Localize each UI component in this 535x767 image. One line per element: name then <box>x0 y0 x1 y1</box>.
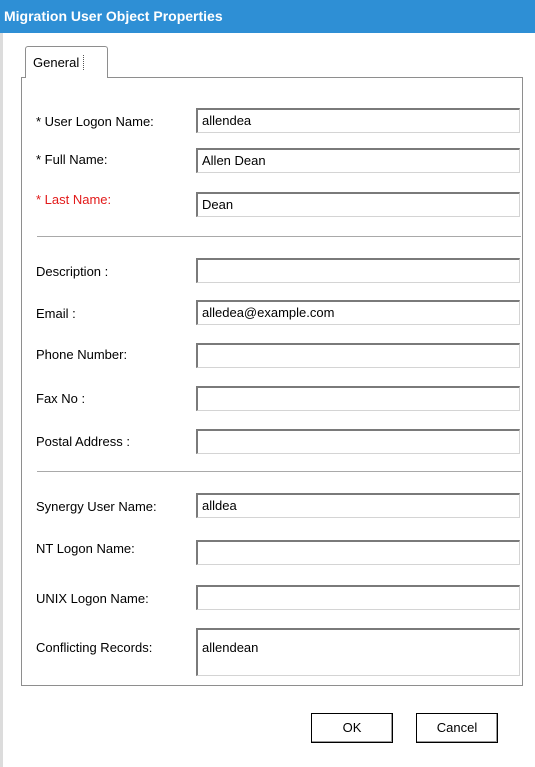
phone-number-label: Phone Number: <box>36 347 128 362</box>
ok-button[interactable]: OK <box>311 713 393 743</box>
conflicting-records-label: Conflicting Records: <box>36 640 153 655</box>
email-label: Email : <box>36 306 76 321</box>
user-logon-name-field[interactable]: allendea <box>196 108 520 133</box>
unix-logon-name-field[interactable] <box>196 585 520 610</box>
postal-address-label: Postal Address : <box>36 434 130 449</box>
phone-number-field[interactable] <box>196 343 520 368</box>
tab-general[interactable]: General <box>25 46 108 78</box>
nt-logon-name-field[interactable] <box>196 540 520 565</box>
full-name-field[interactable]: Allen Dean <box>196 148 520 173</box>
window-border <box>0 33 3 767</box>
conflicting-records-field[interactable]: allendean <box>196 628 520 676</box>
tab-general-label: General <box>33 55 85 70</box>
description-field[interactable] <box>196 258 520 283</box>
nt-logon-name-label: NT Logon Name: <box>36 541 135 556</box>
last-name-label: * Last Name: <box>36 192 112 207</box>
fax-no-label: Fax No : <box>36 391 86 406</box>
full-name-label: * Full Name: <box>36 152 108 167</box>
cancel-button[interactable]: Cancel <box>416 713 498 743</box>
unix-logon-name-label: UNIX Logon Name: <box>36 591 149 606</box>
dialog-title: Migration User Object Properties <box>0 0 535 33</box>
email-field[interactable]: alledea@example.com <box>196 300 520 325</box>
postal-address-field[interactable] <box>196 429 520 454</box>
last-name-field[interactable]: Dean <box>196 192 520 217</box>
section-divider <box>37 471 521 473</box>
synergy-user-name-label: Synergy User Name: <box>36 499 157 514</box>
description-label: Description : <box>36 264 109 279</box>
fax-no-field[interactable] <box>196 386 520 411</box>
synergy-user-name-field[interactable]: alldea <box>196 493 520 518</box>
user-logon-name-label: * User Logon Name: <box>36 114 154 129</box>
section-divider <box>37 236 521 238</box>
